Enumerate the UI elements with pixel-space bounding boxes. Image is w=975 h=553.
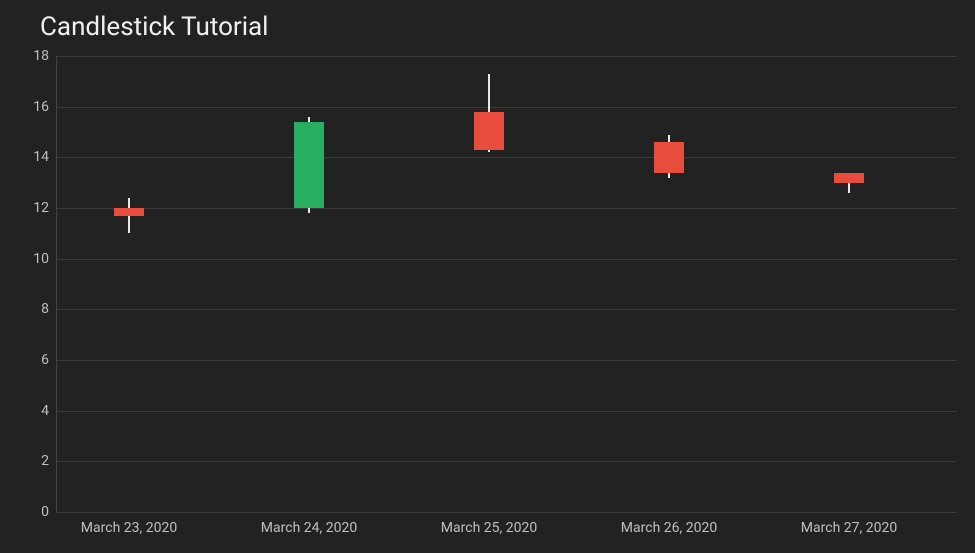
y-tick-label: 18 xyxy=(33,48,49,64)
y-tick-label: 16 xyxy=(33,99,49,115)
candle-body xyxy=(654,142,684,172)
candle-body xyxy=(834,173,864,183)
y-tick-label: 12 xyxy=(33,200,49,216)
chart-title: Candlestick Tutorial xyxy=(40,12,269,42)
y-tick-label: 2 xyxy=(41,453,49,469)
candle xyxy=(417,56,597,512)
x-tick-label: March 23, 2020 xyxy=(81,520,177,536)
candle xyxy=(777,56,957,512)
candle-body xyxy=(474,112,504,150)
y-tick-label: 4 xyxy=(41,403,49,419)
candle xyxy=(237,56,417,512)
chart-container: Candlestick Tutorial 024681012141618Marc… xyxy=(0,0,975,553)
candle-body xyxy=(294,122,324,208)
y-tick-label: 6 xyxy=(41,352,49,368)
y-tick-label: 10 xyxy=(33,251,49,267)
candle-body xyxy=(114,208,144,216)
candle xyxy=(597,56,777,512)
y-tick-label: 8 xyxy=(41,301,49,317)
plot-area: 024681012141618March 23, 2020March 24, 2… xyxy=(56,56,957,513)
candle xyxy=(57,56,237,512)
y-tick-label: 0 xyxy=(41,504,49,520)
x-tick-label: March 24, 2020 xyxy=(261,520,357,536)
grid-line xyxy=(57,512,957,513)
x-tick-label: March 25, 2020 xyxy=(441,520,537,536)
y-tick-label: 14 xyxy=(33,149,49,165)
x-tick-label: March 27, 2020 xyxy=(801,520,897,536)
x-tick-label: March 26, 2020 xyxy=(621,520,717,536)
